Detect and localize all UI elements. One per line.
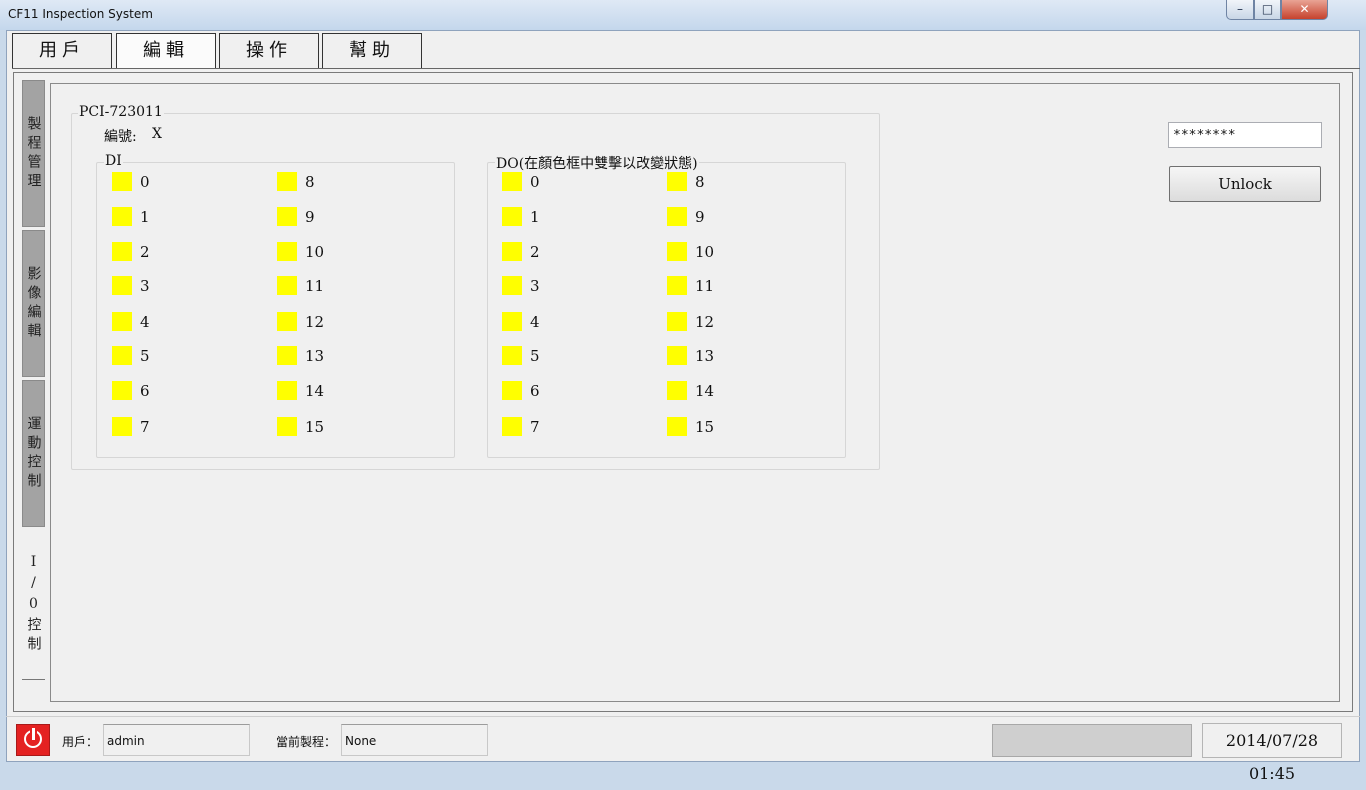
do-channel-label: 1 — [530, 208, 540, 226]
di-indicator — [112, 207, 132, 226]
do-channel-label: 12 — [695, 313, 715, 331]
do-indicator[interactable] — [667, 207, 687, 226]
do-channel-label: 3 — [530, 277, 540, 295]
do-channel-label: 4 — [530, 313, 540, 331]
do-indicator[interactable] — [667, 276, 687, 295]
di-indicator — [277, 172, 297, 191]
menu-tab-help[interactable]: 幫助 — [322, 33, 422, 69]
do-indicator[interactable] — [667, 381, 687, 400]
user-label: 用戶： — [62, 735, 99, 749]
do-channel-label: 13 — [695, 347, 715, 365]
menu-tab-user[interactable]: 用戶 — [12, 33, 112, 69]
di-channel-label: 0 — [140, 173, 150, 191]
di-channel-label: 9 — [305, 208, 315, 226]
di-channel-label: 11 — [305, 277, 325, 295]
do-indicator[interactable] — [502, 172, 522, 191]
di-indicator — [112, 172, 132, 191]
di-channel-label: 5 — [140, 347, 150, 365]
card-id-value: X — [151, 126, 163, 142]
di-indicator — [277, 276, 297, 295]
do-indicator[interactable] — [502, 242, 522, 261]
do-indicator[interactable] — [667, 312, 687, 331]
do-indicator[interactable] — [502, 346, 522, 365]
do-channel-label: 9 — [695, 208, 705, 226]
side-tab-io-control[interactable]: I/0控制 — [22, 530, 45, 680]
di-channel-label: 4 — [140, 313, 150, 331]
di-indicator — [277, 417, 297, 436]
datetime-display: 2014/07/28 01:45 — [1202, 723, 1342, 783]
do-indicator[interactable] — [502, 381, 522, 400]
di-indicator — [277, 346, 297, 365]
side-tab-image-editing[interactable]: 影像編輯 — [22, 230, 45, 377]
do-channel-label: 5 — [530, 347, 540, 365]
do-title: DO(在顏色框中雙擊以改變狀態) — [495, 153, 699, 173]
do-indicator[interactable] — [667, 242, 687, 261]
di-channel-label: 3 — [140, 277, 150, 295]
title-bar: CF11 Inspection System – □ ✕ — [0, 0, 1366, 30]
close-button[interactable]: ✕ — [1281, 0, 1328, 20]
minimize-button[interactable]: – — [1226, 0, 1254, 20]
status-bar-divider — [6, 716, 1360, 717]
di-indicator — [277, 207, 297, 226]
user-field: admin — [103, 724, 250, 756]
di-channel-label: 13 — [305, 347, 325, 365]
menu-divider — [12, 68, 1360, 69]
di-indicator — [277, 381, 297, 400]
di-indicator — [112, 381, 132, 400]
do-indicator[interactable] — [667, 346, 687, 365]
di-indicator — [112, 346, 132, 365]
di-indicator — [112, 417, 132, 436]
di-channel-label: 7 — [140, 418, 150, 436]
di-indicator — [112, 242, 132, 261]
process-field: None — [341, 724, 488, 756]
di-indicator — [277, 312, 297, 331]
do-indicator[interactable] — [502, 207, 522, 226]
menu-tab-edit[interactable]: 編輯 — [116, 33, 216, 69]
do-channel-label: 10 — [695, 243, 715, 261]
power-stem — [32, 728, 35, 740]
do-indicator[interactable] — [667, 417, 687, 436]
do-channel-label: 11 — [695, 277, 715, 295]
do-indicator[interactable] — [502, 312, 522, 331]
di-channel-label: 15 — [305, 418, 325, 436]
do-channel-label: 7 — [530, 418, 540, 436]
card-id-label: 編號: — [103, 126, 138, 146]
di-indicator — [277, 242, 297, 261]
maximize-button[interactable]: □ — [1254, 0, 1281, 20]
di-channel-label: 12 — [305, 313, 325, 331]
unlock-button[interactable]: Unlock — [1169, 166, 1321, 202]
card-name: PCI-723011 — [78, 104, 164, 120]
di-channel-label: 2 — [140, 243, 150, 261]
di-channel-label: 6 — [140, 382, 150, 400]
di-title: DI — [104, 153, 123, 169]
di-indicator — [112, 312, 132, 331]
di-indicator — [112, 276, 132, 295]
do-channel-label: 15 — [695, 418, 715, 436]
window-title: CF11 Inspection System — [8, 7, 153, 21]
progress-bar — [992, 724, 1192, 757]
di-groupbox — [96, 162, 455, 458]
password-field[interactable] — [1168, 122, 1322, 148]
do-indicator[interactable] — [502, 417, 522, 436]
side-tab-motion-control[interactable]: 運動控制 — [22, 380, 45, 527]
di-channel-label: 8 — [305, 173, 315, 191]
do-channel-label: 14 — [695, 382, 715, 400]
process-label: 當前製程： — [276, 735, 337, 749]
power-icon[interactable] — [16, 724, 50, 756]
di-channel-label: 1 — [140, 208, 150, 226]
do-channel-label: 8 — [695, 173, 705, 191]
di-channel-label: 10 — [305, 243, 325, 261]
side-tab-process-management[interactable]: 製程管理 — [22, 80, 45, 227]
do-channel-label: 2 — [530, 243, 540, 261]
do-indicator[interactable] — [667, 172, 687, 191]
do-indicator[interactable] — [502, 276, 522, 295]
di-channel-label: 14 — [305, 382, 325, 400]
do-channel-label: 6 — [530, 382, 540, 400]
menu-tab-operate[interactable]: 操作 — [219, 33, 319, 69]
do-channel-label: 0 — [530, 173, 540, 191]
